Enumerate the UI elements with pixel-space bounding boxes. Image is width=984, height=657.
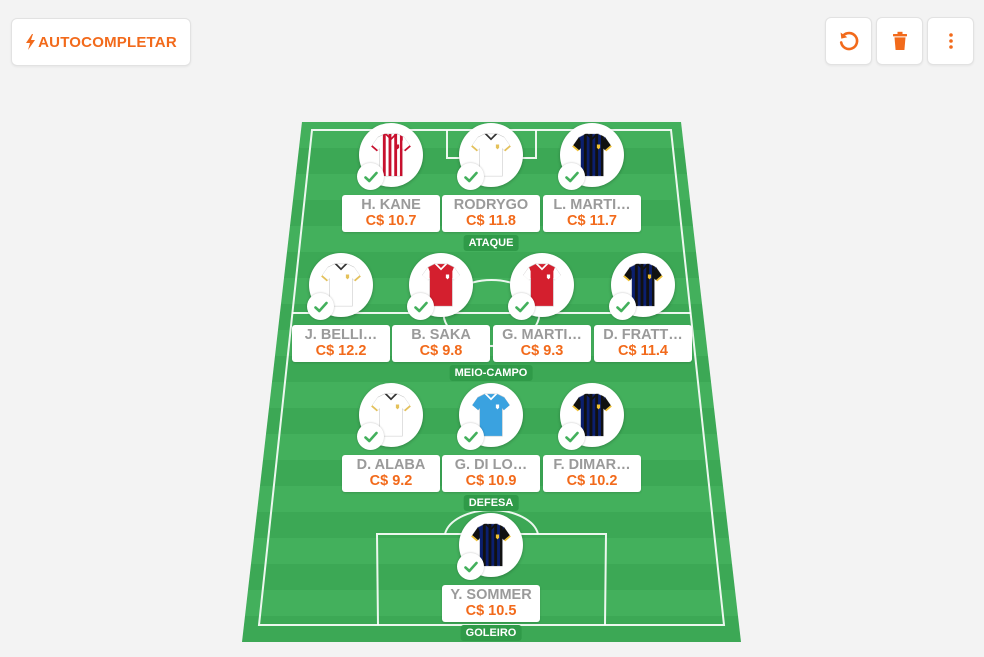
- player-card[interactable]: F. DIMAR… C$ 10.2: [543, 455, 641, 492]
- check-icon: [558, 423, 585, 450]
- section-label-ataque: ATAQUE: [463, 235, 519, 251]
- player-name: B. SAKA: [411, 327, 471, 343]
- section-label-meio-campo: MEIO-CAMPO: [449, 365, 533, 381]
- player-name: L. MARTI…: [553, 197, 631, 213]
- player-name: H. KANE: [361, 197, 421, 213]
- more-options-button[interactable]: [927, 17, 974, 65]
- player-price: C$ 9.3: [520, 343, 564, 359]
- player-card[interactable]: D. ALABA C$ 9.2: [342, 455, 440, 492]
- player-card[interactable]: D. FRATT… C$ 11.4: [594, 325, 692, 362]
- player-price: C$ 10.5: [465, 603, 517, 619]
- trash-icon: [892, 31, 907, 50]
- player-name: RODRYGO: [453, 197, 529, 213]
- check-icon: [357, 163, 384, 190]
- player-price: C$ 12.2: [315, 343, 367, 359]
- player-price: C$ 9.8: [419, 343, 463, 359]
- check-icon: [558, 163, 585, 190]
- section-label-defesa: DEFESA: [463, 495, 519, 511]
- player-name: J. BELLI…: [304, 327, 378, 343]
- player-price: C$ 9.2: [369, 473, 413, 489]
- player-card[interactable]: B. SAKA C$ 9.8: [392, 325, 490, 362]
- delete-button[interactable]: [876, 17, 923, 65]
- player-name: D. FRATT…: [603, 327, 683, 343]
- check-icon: [457, 553, 484, 580]
- player-card[interactable]: G. MARTI… C$ 9.3: [493, 325, 591, 362]
- player-price: C$ 11.8: [466, 213, 516, 229]
- check-icon: [508, 293, 535, 320]
- check-icon: [457, 423, 484, 450]
- check-icon: [609, 293, 636, 320]
- player-price: C$ 10.7: [365, 213, 417, 229]
- check-icon: [307, 293, 334, 320]
- player-name: D. ALABA: [356, 457, 426, 473]
- check-icon: [457, 163, 484, 190]
- player-price: C$ 10.2: [566, 473, 618, 489]
- player-price: C$ 10.9: [465, 473, 517, 489]
- player-card[interactable]: G. DI LO… C$ 10.9: [442, 455, 540, 492]
- check-icon: [407, 293, 434, 320]
- undo-icon: [839, 31, 858, 51]
- player-card[interactable]: H. KANE C$ 10.7: [342, 195, 440, 232]
- player-card[interactable]: J. BELLI… C$ 12.2: [292, 325, 390, 362]
- player-name: F. DIMAR…: [553, 457, 631, 473]
- player-card[interactable]: L. MARTI… C$ 11.7: [543, 195, 641, 232]
- player-price: C$ 11.4: [618, 343, 668, 359]
- player-card[interactable]: RODRYGO C$ 11.8: [442, 195, 540, 232]
- more-vertical-icon: [948, 33, 953, 49]
- lightning-icon: [26, 34, 36, 50]
- player-price: C$ 11.7: [567, 213, 617, 229]
- player-name: G. MARTI…: [502, 327, 582, 343]
- section-label-goleiro: GOLEIRO: [460, 625, 522, 641]
- check-icon: [357, 423, 384, 450]
- autocomplete-label: AUTOCOMPLETAR: [38, 33, 177, 51]
- autocomplete-button[interactable]: AUTOCOMPLETAR: [11, 18, 191, 66]
- player-name: Y. SOMMER: [450, 587, 532, 603]
- player-name: G. DI LO…: [454, 457, 528, 473]
- undo-button[interactable]: [825, 17, 872, 65]
- player-card[interactable]: Y. SOMMER C$ 10.5: [442, 585, 540, 622]
